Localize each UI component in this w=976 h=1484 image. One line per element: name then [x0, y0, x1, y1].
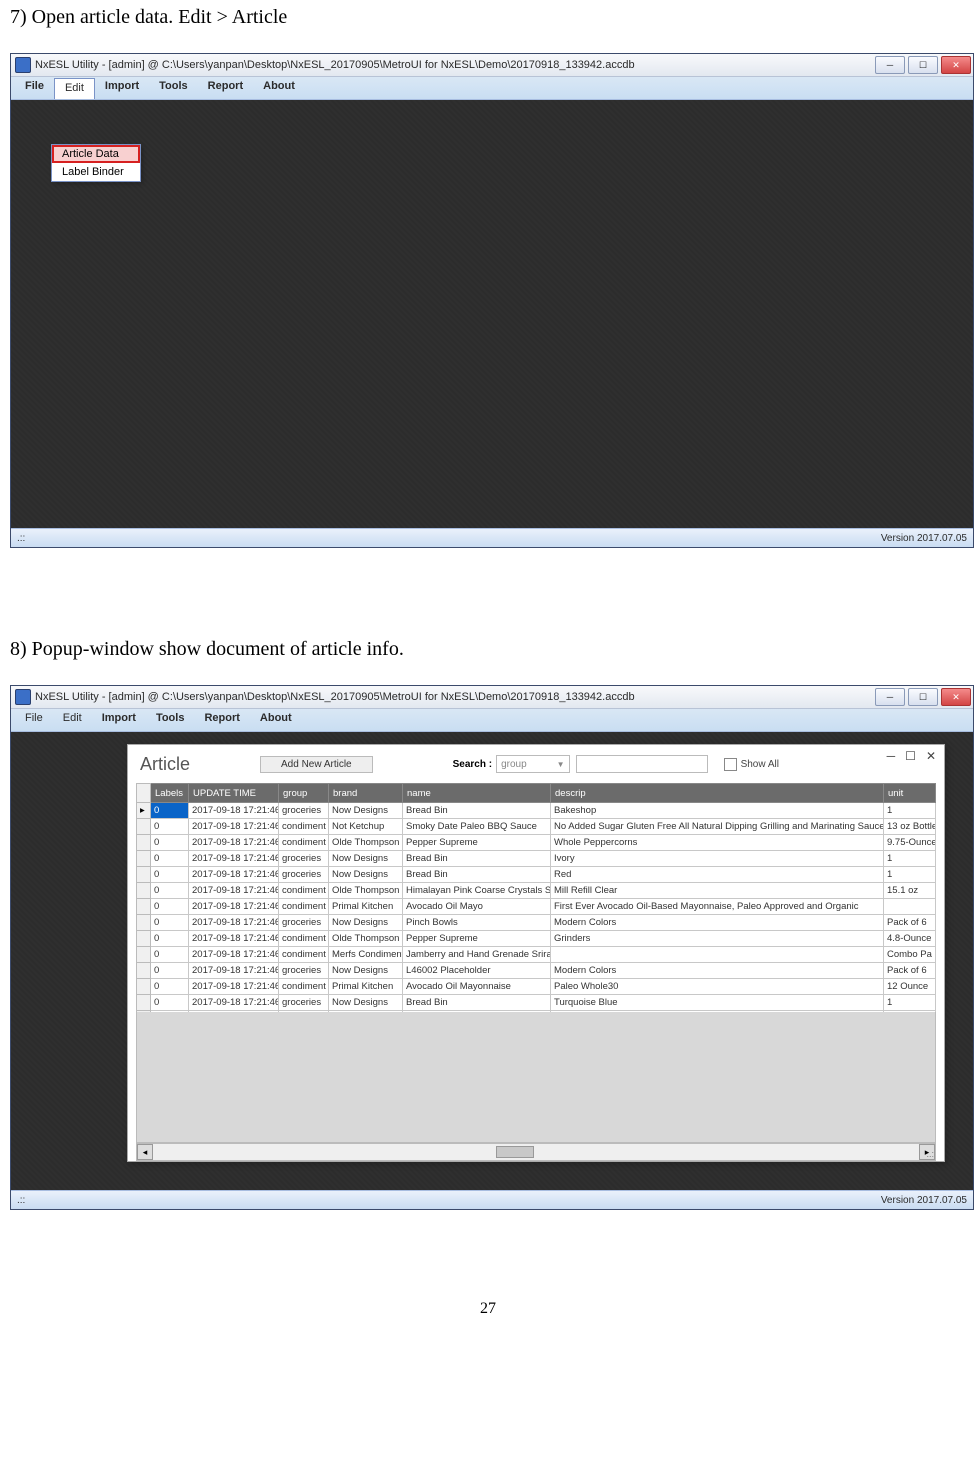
- scroll-thumb[interactable]: [496, 1146, 534, 1158]
- popup-maximize[interactable]: ☐: [905, 749, 916, 763]
- col-header[interactable]: brand: [329, 784, 403, 803]
- chevron-down-icon: ▼: [557, 760, 565, 769]
- menu-label-binder[interactable]: Label Binder: [52, 163, 140, 181]
- menu-file[interactable]: File: [15, 77, 54, 99]
- app-window-1: NxESL Utility - [admin] @ C:\Users\yanpa…: [10, 53, 974, 548]
- menu-tools[interactable]: Tools: [146, 709, 195, 731]
- table-row[interactable]: 02017-09-18 17:21:46condimentNot Ketchup…: [137, 819, 936, 835]
- article-grid[interactable]: LabelsUPDATE TIMEgroupbrandnamedescripun…: [136, 783, 936, 1161]
- statusbar-2: .:: Version 2017.07.05: [11, 1190, 973, 1209]
- article-popup: ─ ☐ ✕ Article Add New Article Search : g…: [127, 744, 945, 1162]
- table-row[interactable]: 02017-09-18 17:21:46groceriesNow Designs…: [137, 867, 936, 883]
- col-header[interactable]: UPDATE TIME: [189, 784, 279, 803]
- workspace-2: ─ ☐ ✕ Article Add New Article Search : g…: [11, 732, 973, 1190]
- grid-empty-area: [136, 1012, 936, 1143]
- resize-grip-icon[interactable]: ..:: [926, 1149, 934, 1159]
- popup-title: Article: [140, 754, 190, 775]
- status-version: Version 2017.07.05: [881, 533, 967, 544]
- showall-checkbox[interactable]: Show All: [724, 758, 779, 771]
- status-version: Version 2017.07.05: [881, 1195, 967, 1206]
- horizontal-scrollbar[interactable]: ◂ ▸: [136, 1143, 936, 1161]
- minimize-button[interactable]: ─: [875, 688, 905, 706]
- col-header[interactable]: unit: [884, 784, 936, 803]
- search-label: Search :: [453, 759, 492, 770]
- close-button[interactable]: ✕: [941, 56, 971, 74]
- menu-about[interactable]: About: [250, 709, 302, 731]
- status-left: .::: [17, 533, 25, 544]
- table-row[interactable]: 02017-09-18 17:21:46condimentPrimal Kitc…: [137, 979, 936, 995]
- menu-report[interactable]: Report: [194, 709, 249, 731]
- scroll-left-icon[interactable]: ◂: [137, 1144, 153, 1160]
- table-row[interactable]: 02017-09-18 17:21:46condimentOlde Thomps…: [137, 835, 936, 851]
- workspace: Article Data Label Binder: [11, 100, 973, 528]
- menu-about[interactable]: About: [253, 77, 305, 99]
- col-header[interactable]: name: [403, 784, 551, 803]
- menu-import[interactable]: Import: [95, 77, 149, 99]
- app-icon: [15, 689, 31, 705]
- menu-tools[interactable]: Tools: [149, 77, 198, 99]
- titlebar: NxESL Utility - [admin] @ C:\Users\yanpa…: [11, 54, 973, 77]
- popup-minimize[interactable]: ─: [887, 749, 896, 763]
- table-row[interactable]: 02017-09-18 17:21:46condimentOlde Thomps…: [137, 883, 936, 899]
- table-row[interactable]: 02017-09-18 17:21:46condimentOlde Thomps…: [137, 931, 936, 947]
- search-text-input[interactable]: [576, 755, 708, 773]
- menu-import[interactable]: Import: [92, 709, 146, 731]
- col-header[interactable]: descrip: [551, 784, 884, 803]
- menu-edit[interactable]: Edit: [54, 78, 95, 99]
- table-row[interactable]: 02017-09-18 17:21:46groceriesNow Designs…: [137, 851, 936, 867]
- table-row[interactable]: 02017-09-18 17:21:46groceriesNow Designs…: [137, 915, 936, 931]
- col-header[interactable]: [137, 784, 151, 803]
- status-left: .::: [17, 1195, 25, 1206]
- menu-article-data[interactable]: Article Data: [52, 145, 140, 163]
- step-8: 8) Popup-window show document of article…: [10, 638, 966, 661]
- col-header[interactable]: group: [279, 784, 329, 803]
- table-row[interactable]: 02017-09-18 17:21:46groceriesNow Designs…: [137, 963, 936, 979]
- table-row[interactable]: 02017-09-18 17:21:46condimentPrimal Kitc…: [137, 899, 936, 915]
- col-header[interactable]: Labels: [151, 784, 189, 803]
- page-number: 27: [10, 1300, 966, 1318]
- app-icon: [15, 57, 31, 73]
- table-row[interactable]: 02017-09-18 17:21:46condimentMerfs Condi…: [137, 947, 936, 963]
- table-row[interactable]: 02017-09-18 17:21:46groceriesNow Designs…: [137, 995, 936, 1011]
- add-article-button[interactable]: Add New Article: [260, 756, 373, 773]
- minimize-button[interactable]: ─: [875, 56, 905, 74]
- menu-edit[interactable]: Edit: [53, 709, 92, 731]
- menu-file[interactable]: File: [15, 709, 53, 731]
- app-window-2: NxESL Utility - [admin] @ C:\Users\yanpa…: [10, 685, 974, 1210]
- statusbar: .:: Version 2017.07.05: [11, 528, 973, 547]
- titlebar-2: NxESL Utility - [admin] @ C:\Users\yanpa…: [11, 686, 973, 709]
- popup-close[interactable]: ✕: [926, 749, 936, 763]
- search-field-combo[interactable]: group▼: [496, 755, 570, 773]
- close-button[interactable]: ✕: [941, 688, 971, 706]
- menubar-2: File Edit Import Tools Report About: [11, 709, 973, 732]
- step-7: 7) Open article data. Edit > Article: [10, 6, 966, 29]
- maximize-button[interactable]: ☐: [908, 688, 938, 706]
- menu-report[interactable]: Report: [198, 77, 253, 99]
- table-row[interactable]: ▸02017-09-18 17:21:46groceriesNow Design…: [137, 803, 936, 819]
- window-title: NxESL Utility - [admin] @ C:\Users\yanpa…: [35, 59, 872, 71]
- maximize-button[interactable]: ☐: [908, 56, 938, 74]
- window-title-2: NxESL Utility - [admin] @ C:\Users\yanpa…: [35, 691, 872, 703]
- menubar: File Edit Import Tools Report About: [11, 77, 973, 100]
- edit-dropdown: Article Data Label Binder: [51, 144, 141, 182]
